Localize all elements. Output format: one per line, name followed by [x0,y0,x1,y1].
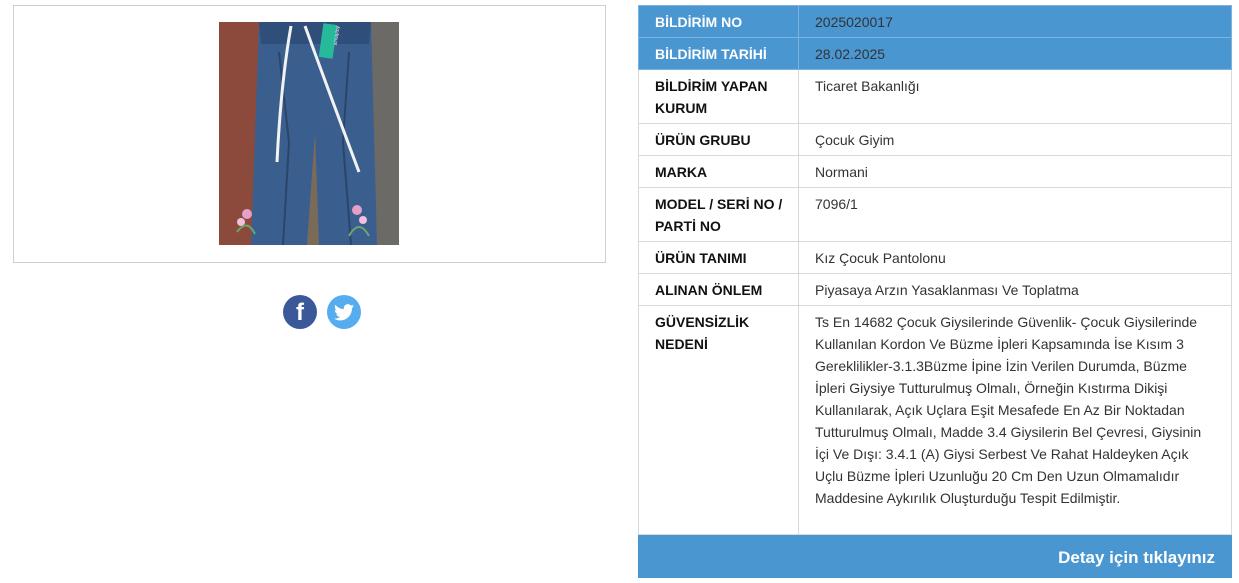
row-label: ALINAN ÖNLEM [638,273,799,306]
row-value: Piyasaya Arzın Yasaklanması Ve Toplatma [798,273,1232,306]
social-share: f [283,295,363,331]
row-label: ÜRÜN TANIMI [638,241,799,274]
facebook-icon: f [296,299,304,326]
row-value: Normani [798,155,1232,188]
row-urun-tanimi: ÜRÜN TANIMI Kız Çocuk Pantolonu [638,241,1232,274]
row-urun-grubu: ÜRÜN GRUBU Çocuk Giyim [638,123,1232,156]
detail-link-button[interactable]: Detay için tıklayınız [638,535,1232,578]
row-model-seri-parti-no: MODEL / SERİ NO / PARTİ NO 7096/1 [638,187,1232,242]
row-value: 28.02.2025 [798,37,1232,70]
left-panel: sinlaytoy f [13,5,606,329]
row-label: ÜRÜN GRUBU [638,123,799,156]
row-bildirim-yapan-kurum: BİLDİRİM YAPAN KURUM Ticaret Bakanlığı [638,69,1232,124]
row-alinan-onlem: ALINAN ÖNLEM Piyasaya Arzın Yasaklanması… [638,273,1232,306]
row-label: MARKA [638,155,799,188]
product-image-frame: sinlaytoy [13,5,606,263]
row-value: 7096/1 [798,187,1232,242]
details-table: BİLDİRİM NO 2025020017 BİLDİRİM TARİHİ 2… [638,5,1232,535]
row-value: Çocuk Giyim [798,123,1232,156]
row-value: Kız Çocuk Pantolonu [798,241,1232,274]
row-value: Ts En 14682 Çocuk Giysilerinde Güvenlik-… [798,305,1232,535]
row-label: MODEL / SERİ NO / PARTİ NO [638,187,799,242]
product-image[interactable]: sinlaytoy [219,22,399,245]
row-value: Ticaret Bakanlığı [798,69,1232,124]
row-label: BİLDİRİM TARİHİ [638,37,799,70]
row-marka: MARKA Normani [638,155,1232,188]
row-label: BİLDİRİM YAPAN KURUM [638,69,799,124]
facebook-share-button[interactable]: f [283,295,317,329]
row-bildirim-no: BİLDİRİM NO 2025020017 [638,5,1232,38]
row-bildirim-tarihi: BİLDİRİM TARİHİ 28.02.2025 [638,37,1232,70]
row-guvensizlik-nedeni: GÜVENSİZLİK NEDENİ Ts En 14682 Çocuk Giy… [638,305,1232,535]
row-label: GÜVENSİZLİK NEDENİ [638,305,799,535]
row-label: BİLDİRİM NO [638,5,799,38]
notification-details: BİLDİRİM NO 2025020017 BİLDİRİM TARİHİ 2… [638,5,1232,578]
row-value: 2025020017 [798,5,1232,38]
twitter-share-button[interactable] [327,295,361,329]
twitter-icon [334,303,354,320]
